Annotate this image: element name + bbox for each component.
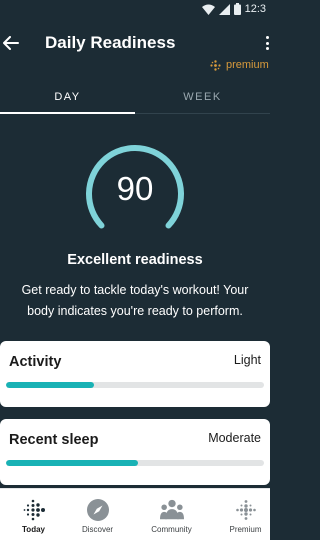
readiness-description: Get ready to tackle today's workout! You…	[21, 283, 249, 318]
signal-icon	[218, 3, 230, 15]
nav-premium-label: Premium	[229, 525, 262, 534]
activity-level: Light	[233, 353, 261, 367]
activity-title: Activity	[9, 354, 62, 370]
premium-badge: premium	[210, 59, 269, 71]
app-header: Daily Readiness premium	[0, 20, 270, 80]
bottom-nav: Today Discover Community Premium	[0, 488, 270, 540]
battery-icon	[233, 3, 241, 15]
nav-discover-label: Discover	[81, 525, 114, 534]
community-icon	[159, 498, 184, 522]
nav-community[interactable]: Community	[138, 489, 205, 540]
tab-bar: DAY WEEK	[0, 80, 270, 114]
more-options-button[interactable]	[266, 36, 270, 50]
recent-sleep-card[interactable]: Recent sleep Moderate	[0, 419, 270, 485]
premium-label: premium	[226, 59, 269, 71]
nav-today[interactable]: Today	[0, 489, 67, 540]
back-button[interactable]	[0, 30, 22, 56]
status-icons: 12:3	[201, 3, 266, 15]
more-dot-icon	[266, 47, 269, 50]
premium-dots-icon	[210, 59, 221, 71]
activity-progress-fill	[6, 382, 94, 388]
page-title: Daily Readiness	[45, 33, 176, 52]
more-dot-icon	[266, 41, 269, 45]
wifi-icon	[201, 4, 215, 15]
recent-sleep-level: Moderate	[208, 431, 261, 445]
recent-sleep-progress-track	[6, 460, 264, 466]
readiness-score-value: 90	[116, 170, 154, 207]
nav-today-label: Today	[22, 525, 45, 534]
recent-sleep-title: Recent sleep	[9, 432, 99, 448]
activity-card[interactable]: Activity Light	[0, 341, 270, 407]
tab-day[interactable]: DAY	[0, 80, 135, 114]
back-arrow-icon	[3, 36, 19, 50]
tab-active-indicator	[0, 112, 135, 114]
status-bar: 12:3	[0, 0, 270, 20]
fitbit-dots-icon	[22, 498, 46, 522]
nav-discover[interactable]: Discover	[64, 489, 131, 540]
status-time: 12:3	[244, 3, 266, 15]
tab-week[interactable]: WEEK	[135, 80, 270, 114]
tab-divider	[135, 113, 270, 114]
recent-sleep-progress-fill	[6, 460, 138, 466]
readiness-title: Excellent readiness	[67, 252, 203, 268]
nav-premium[interactable]: Premium	[212, 489, 279, 540]
premium-dots-icon	[234, 498, 258, 522]
compass-icon	[86, 498, 110, 522]
nav-community-label: Community	[151, 525, 192, 534]
more-dot-icon	[266, 36, 269, 39]
activity-progress-track	[6, 382, 264, 388]
